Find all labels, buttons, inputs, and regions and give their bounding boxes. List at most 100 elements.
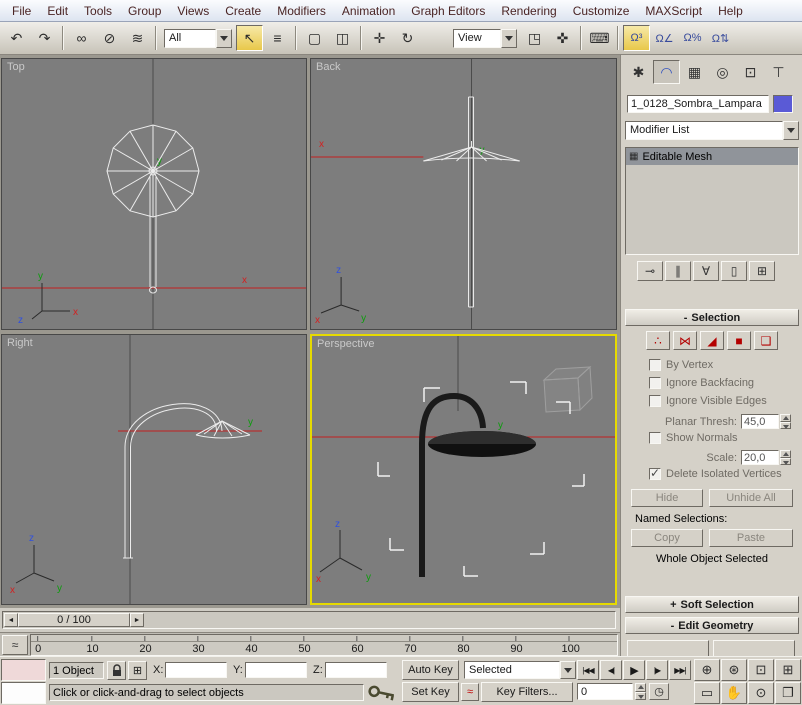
absolute-mode-transform-icon[interactable]: ⊞	[128, 661, 147, 680]
tab-create[interactable]: ✱	[625, 60, 652, 84]
tab-modify[interactable]: ◠	[653, 60, 680, 84]
planar-thresh-spinner[interactable]	[780, 414, 791, 429]
select-and-move-icon[interactable]: ✛	[366, 25, 393, 51]
modifier-stack-list[interactable]: ▦ Editable Mesh	[625, 147, 799, 255]
key-tangents-icon[interactable]: ≈	[461, 683, 479, 701]
edge-icon[interactable]: ⋈	[673, 331, 697, 350]
zoom-extents-all-icon[interactable]: ⊞	[775, 659, 801, 681]
open-mini-curve-editor-button[interactable]: ≈	[2, 635, 28, 655]
time-slider-handle[interactable]: ◄ 0 / 100 ►	[4, 613, 144, 627]
z-coordinate-field[interactable]	[325, 662, 387, 678]
previous-frame-arrow-icon[interactable]: ◄	[4, 613, 18, 627]
keyboard-shortcut-override-icon[interactable]: ⌨	[586, 25, 613, 51]
selection-set-dropdown[interactable]: Selected	[464, 661, 576, 680]
current-frame-field[interactable]: 0	[577, 683, 633, 700]
ignore-backfacing-checkbox[interactable]	[649, 377, 661, 389]
menu-customize[interactable]: Customize	[565, 2, 638, 20]
make-unique-icon[interactable]: ∀	[693, 261, 719, 281]
show-end-result-icon[interactable]: ∥	[665, 261, 691, 281]
angle-snap-icon[interactable]: Ω∠	[651, 25, 678, 51]
menu-group[interactable]: Group	[120, 2, 169, 20]
use-pivot-point-center-icon[interactable]: ◳	[521, 25, 548, 51]
show-normals-checkbox[interactable]	[649, 432, 661, 444]
frame-spinner[interactable]	[635, 683, 646, 700]
time-slider-track[interactable]: ◄ 0 / 100 ►	[2, 611, 616, 629]
menu-tools[interactable]: Tools	[76, 2, 120, 20]
menu-maxscript[interactable]: MAXScript	[637, 2, 710, 20]
tab-motion[interactable]: ◎	[709, 60, 736, 84]
key-filters-button[interactable]: Key Filters...	[481, 682, 573, 702]
selection-lock-toggle[interactable]	[107, 661, 126, 680]
normals-scale-field[interactable]: 20,0	[741, 450, 779, 465]
chevron-down-icon[interactable]	[501, 29, 517, 48]
menu-animation[interactable]: Animation	[334, 2, 403, 20]
chevron-down-icon[interactable]	[783, 121, 799, 140]
y-coordinate-field[interactable]	[245, 662, 307, 678]
remove-modifier-icon[interactable]: ▯	[721, 261, 747, 281]
window-crossing-icon[interactable]: ◫	[329, 25, 356, 51]
face-icon[interactable]: ◢	[700, 331, 724, 350]
go-to-end-button[interactable]: ▶▶|	[669, 660, 691, 680]
by-vertex-checkbox[interactable]	[649, 359, 661, 371]
viewport-top[interactable]: Top x y y x z	[1, 58, 307, 330]
bind-to-space-warp-icon[interactable]: ≋	[124, 25, 151, 51]
vertex-icon[interactable]: ∴	[646, 331, 670, 350]
menu-file[interactable]: File	[4, 2, 39, 20]
ignore-visible-edges-checkbox[interactable]	[649, 395, 661, 407]
clipped-rollout-button[interactable]	[713, 640, 795, 656]
percent-snap-icon[interactable]: Ω%	[679, 25, 706, 51]
tab-utilities[interactable]: ⊤	[765, 60, 792, 84]
menu-modifiers[interactable]: Modifiers	[269, 2, 334, 20]
viewport-right[interactable]: Right y z x y	[1, 334, 307, 605]
viewport-perspective[interactable]: Perspective y z x y	[310, 334, 617, 605]
unlink-selection-icon[interactable]: ⊘	[96, 25, 123, 51]
min-max-toggle-icon[interactable]: ❐	[775, 682, 801, 704]
object-color-swatch[interactable]	[773, 95, 793, 113]
x-coordinate-field[interactable]	[165, 662, 227, 678]
clipped-rollout-button[interactable]	[627, 640, 709, 656]
tab-display[interactable]: ⊡	[737, 60, 764, 84]
rollout-soft-selection[interactable]: + Soft Selection	[625, 596, 799, 613]
planar-thresh-field[interactable]: 45,0	[741, 414, 779, 429]
selection-filter-dropdown[interactable]: All	[164, 29, 232, 48]
snaps-toggle-icon[interactable]: Ω³	[623, 25, 650, 51]
modifier-stack-item-editable-mesh[interactable]: ▦ Editable Mesh	[626, 148, 798, 165]
reference-coordinate-dropdown[interactable]: View	[453, 29, 517, 48]
element-icon[interactable]: ❑	[754, 331, 778, 350]
menu-edit[interactable]: Edit	[39, 2, 76, 20]
track-bar-ruler[interactable]: 0 10 20 30 40 50 60 70 80 90 100	[30, 634, 618, 656]
menu-views[interactable]: Views	[169, 2, 217, 20]
play-button[interactable]: ▶	[623, 660, 645, 680]
menu-graph-editors[interactable]: Graph Editors	[403, 2, 493, 20]
menu-rendering[interactable]: Rendering	[493, 2, 564, 20]
next-frame-button[interactable]: |▶	[646, 660, 668, 680]
listener-field[interactable]	[1, 682, 46, 704]
modifier-list-dropdown[interactable]: Modifier List	[625, 121, 799, 140]
hide-button[interactable]: Hide	[631, 489, 703, 507]
configure-modifier-sets-icon[interactable]: ⊞	[749, 261, 775, 281]
rollout-selection[interactable]: - Selection	[625, 309, 799, 326]
delete-isolated-vertices-checkbox[interactable]	[649, 468, 661, 480]
auto-key-button[interactable]: Auto Key	[402, 660, 459, 680]
macro-recorder-field[interactable]	[1, 659, 46, 681]
go-to-start-button[interactable]: |◀◀	[577, 660, 599, 680]
zoom-extents-icon[interactable]: ⊡	[748, 659, 774, 681]
rollout-edit-geometry[interactable]: - Edit Geometry	[625, 617, 799, 634]
select-by-name-icon[interactable]: ≡	[264, 25, 291, 51]
zoom-region-icon[interactable]: ▭	[694, 682, 720, 704]
menu-create[interactable]: Create	[217, 2, 269, 20]
previous-frame-button[interactable]: ◀|	[600, 660, 622, 680]
spinner-snap-icon[interactable]: Ω⇅	[707, 25, 734, 51]
time-configuration-button[interactable]: ◷	[649, 683, 669, 700]
select-and-manipulate-icon[interactable]: ✜	[549, 25, 576, 51]
tab-hierarchy[interactable]: ▦	[681, 60, 708, 84]
chevron-down-icon[interactable]	[216, 29, 232, 48]
copy-button[interactable]: Copy	[631, 529, 703, 547]
arc-rotate-icon[interactable]: ⊙	[748, 682, 774, 704]
rectangular-selection-region-icon[interactable]: ▢	[301, 25, 328, 51]
undo-icon[interactable]: ↶	[3, 25, 30, 51]
set-key-button[interactable]: Set Key	[402, 682, 459, 702]
select-and-rotate-icon[interactable]: ↻	[394, 25, 421, 51]
object-name-field[interactable]: 1_0128_Sombra_Lampara	[627, 95, 769, 113]
menu-help[interactable]: Help	[710, 2, 751, 20]
